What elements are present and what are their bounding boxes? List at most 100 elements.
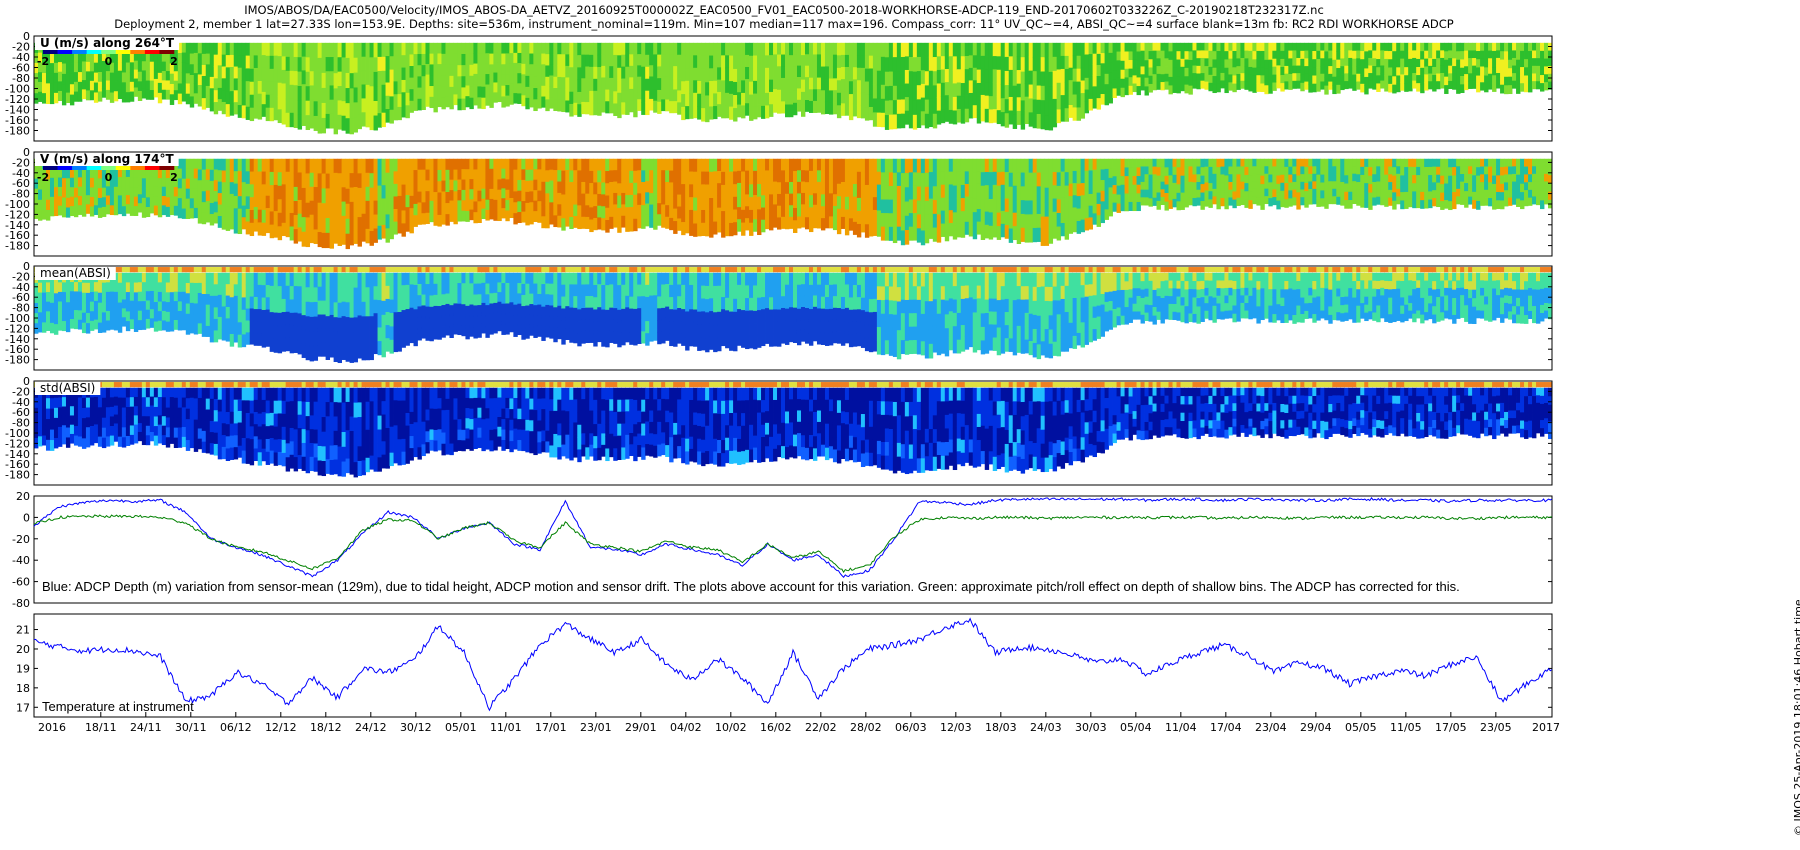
heatmap-cell <box>864 55 870 70</box>
heatmap-cell <box>1512 173 1517 182</box>
heatmap-cell <box>1308 42 1313 52</box>
heatmap-cell <box>141 61 147 71</box>
heatmap-cell <box>1384 83 1389 92</box>
heatmap-cell <box>868 42 874 57</box>
heatmap-cell <box>589 207 594 220</box>
heatmap-cell <box>181 81 187 92</box>
heatmap-cell <box>209 65 215 78</box>
heatmap-cell <box>309 71 315 86</box>
heatmap-cell <box>796 170 802 183</box>
heatmap-cell <box>1544 158 1549 167</box>
heatmap-cell <box>948 109 954 124</box>
heatmap-cell <box>1152 189 1157 199</box>
heatmap-cell <box>1160 189 1165 198</box>
heatmap-cell <box>765 193 770 206</box>
heatmap-cell <box>733 184 738 198</box>
heatmap-cell <box>1408 158 1413 168</box>
heatmap-cell <box>557 88 562 101</box>
heatmap-cell <box>904 56 910 71</box>
heatmap-cell <box>828 90 834 103</box>
heatmap-cell <box>289 56 295 72</box>
heatmap-cell <box>1008 228 1014 243</box>
heatmap-cell <box>928 70 934 86</box>
heatmap-cell <box>481 42 486 55</box>
heatmap-cell <box>980 172 986 187</box>
heatmap-cell <box>1284 191 1289 200</box>
heatmap-cell <box>537 158 542 170</box>
heatmap-cell <box>593 90 598 104</box>
heatmap-cell <box>221 66 227 79</box>
heatmap-cell <box>1236 197 1241 206</box>
heatmap-cell <box>561 65 566 78</box>
heatmap-cell <box>345 188 350 205</box>
heatmap-cell <box>61 282 67 293</box>
heatmap-cell <box>337 216 342 232</box>
heatmap-cell <box>992 109 998 123</box>
heatmap-cell <box>397 195 402 209</box>
heatmap-cell <box>832 102 838 115</box>
heatmap-cell <box>1352 188 1357 197</box>
heatmap-cell <box>545 216 550 229</box>
heatmap-cell <box>796 88 802 101</box>
heatmap-cell <box>349 118 354 135</box>
heatmap-cell <box>649 42 654 55</box>
heatmap-cell <box>53 324 59 335</box>
heatmap-cell <box>337 158 342 174</box>
heatmap-cell <box>972 225 978 240</box>
heatmap-cell <box>453 180 458 192</box>
heatmap-cell <box>461 200 466 212</box>
heatmap-cell <box>501 158 506 170</box>
heatmap-cell <box>1248 167 1253 176</box>
heatmap-cell <box>729 93 734 108</box>
heatmap-cell <box>1420 191 1425 201</box>
heatmap-cell <box>1128 51 1133 61</box>
heatmap-cell <box>1200 73 1205 82</box>
heatmap-cell <box>233 102 239 115</box>
heatmap-cell <box>765 105 770 119</box>
heatmap-cell <box>177 267 183 273</box>
heatmap-cell <box>852 158 858 172</box>
heatmap-cell <box>229 66 235 80</box>
heatmap-cell <box>581 170 586 183</box>
heatmap-cell <box>253 194 259 208</box>
heatmap-cell <box>185 293 191 304</box>
heatmap-cell <box>193 313 199 325</box>
heatmap-cell <box>860 207 866 221</box>
heatmap-cell <box>789 158 794 171</box>
heatmap-cell <box>1480 58 1485 67</box>
heatmap-cell <box>868 210 874 224</box>
heatmap-cell <box>1352 166 1357 175</box>
heatmap-cell <box>501 42 506 54</box>
heatmap-cell <box>373 228 378 243</box>
heatmap-cell <box>133 69 139 79</box>
heatmap-cell <box>976 221 982 235</box>
heatmap-cell <box>197 95 203 107</box>
heatmap-cell <box>101 322 107 333</box>
heatmap-cell <box>1000 56 1006 71</box>
heatmap-cell <box>848 42 854 57</box>
heatmap-cell <box>1476 75 1481 85</box>
heatmap-cell <box>1192 80 1197 89</box>
heatmap-cell <box>625 219 630 232</box>
heatmap-cell <box>61 301 67 312</box>
heatmap-cell <box>293 71 299 86</box>
heatmap-cell <box>904 69 910 84</box>
heatmap-cell <box>145 291 151 301</box>
heatmap-cell <box>1116 158 1121 169</box>
heatmap-cell <box>1496 175 1501 185</box>
heatmap-cell <box>737 182 742 196</box>
heatmap-cell <box>653 205 658 218</box>
heatmap-cell <box>289 158 295 173</box>
heatmap-cell <box>553 99 558 112</box>
heatmap-cell <box>1424 158 1429 168</box>
heatmap-cell <box>253 93 259 107</box>
heatmap-cell <box>665 158 670 171</box>
heatmap-cell <box>1228 182 1233 191</box>
heatmap-cell <box>429 179 434 191</box>
heatmap-cell <box>952 158 958 173</box>
heatmap-cell <box>1296 50 1301 59</box>
heatmap-cell <box>601 182 606 195</box>
heatmap-cell <box>433 88 438 101</box>
heatmap-cell <box>589 158 594 172</box>
heatmap-cell <box>445 64 450 76</box>
